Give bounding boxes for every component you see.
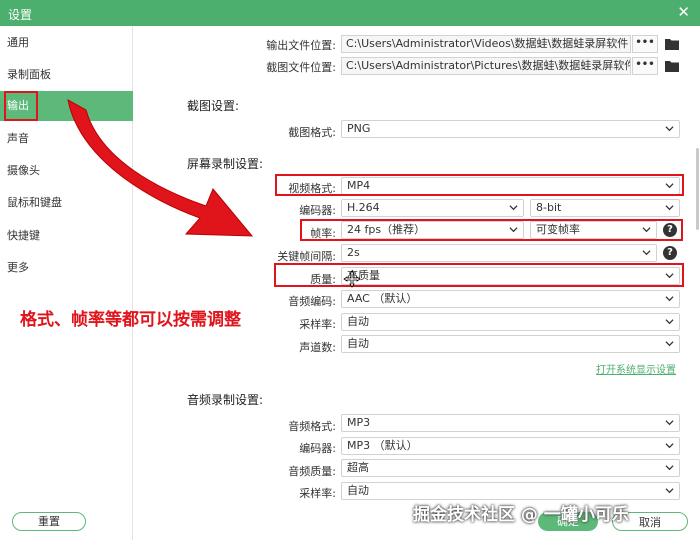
audio-format-select[interactable]: MP3 xyxy=(341,414,680,432)
annotation-text: 格式、帧率等都可以按需调整 xyxy=(20,310,241,330)
framerate-select[interactable]: 24 fps（推荐） xyxy=(341,221,524,239)
sidebar-item-output[interactable]: 输出 xyxy=(0,91,133,121)
sidebar-item-recording-panel[interactable]: 录制面板 xyxy=(0,60,133,90)
recording-section-title: 屏幕录制设置: xyxy=(187,157,264,171)
chevron-down-icon xyxy=(665,205,674,211)
screenshot-folder-browse-button[interactable]: ••• xyxy=(632,57,658,75)
chevron-down-icon xyxy=(665,420,674,426)
chevron-down-icon xyxy=(665,465,674,471)
encoder-select[interactable]: H.264 xyxy=(341,199,524,217)
audio-codec-label: 音频编码: xyxy=(288,295,336,308)
watermark: 掘金技术社区 @ 一罐小可乐 xyxy=(413,505,629,525)
framerate-label: 帧率: xyxy=(310,227,336,240)
chevron-down-icon xyxy=(665,488,674,494)
audio-format-value: MP3 xyxy=(347,416,371,429)
screenshot-format-select[interactable]: PNG xyxy=(341,120,680,138)
framerate-mode-select[interactable]: 可变帧率 xyxy=(530,221,657,239)
encoder-value: H.264 xyxy=(347,201,380,214)
video-format-select[interactable]: MP4 xyxy=(341,177,680,195)
audio-sample-rate-label: 采样率: xyxy=(299,487,336,500)
keyframe-label: 关键帧间隔: xyxy=(277,250,336,263)
chevron-down-icon xyxy=(665,273,674,279)
audio-sample-rate-value: 自动 xyxy=(347,484,369,497)
audio-quality-label: 音频质量: xyxy=(288,465,336,478)
system-display-settings-link[interactable]: 打开系统显示设置 xyxy=(596,361,676,376)
sample-rate-value: 自动 xyxy=(347,315,369,328)
close-icon[interactable]: ✕ xyxy=(677,3,690,21)
folder-icon[interactable] xyxy=(664,37,680,51)
output-folder-browse-button[interactable]: ••• xyxy=(632,35,658,53)
sidebar: 通用 录制面板 输出 声音 摄像头 鼠标和键盘 快捷键 更多 xyxy=(0,26,133,540)
audio-quality-value: 超高 xyxy=(347,461,369,474)
keyframe-select[interactable]: 2s xyxy=(341,244,657,262)
bit-depth-value: 8-bit xyxy=(536,201,562,214)
output-folder-field[interactable]: C:\Users\Administrator\Videos\数据蛙\数据蛙录屏软… xyxy=(341,35,631,53)
chevron-down-icon xyxy=(665,126,674,132)
reset-button[interactable]: 重置 xyxy=(12,512,86,531)
chevron-down-icon xyxy=(665,296,674,302)
audio-codec-select[interactable]: AAC （默认） xyxy=(341,290,680,308)
screenshot-section-title: 截图设置: xyxy=(187,99,240,113)
screenshot-format-label: 截图格式: xyxy=(288,126,336,139)
audio-sample-rate-select[interactable]: 自动 xyxy=(341,482,680,500)
framerate-value: 24 fps（推荐） xyxy=(347,223,426,236)
folder-icon[interactable] xyxy=(664,59,680,73)
audio-section-title: 音频录制设置: xyxy=(187,393,264,407)
sample-rate-label: 采样率: xyxy=(299,318,336,331)
bit-depth-select[interactable]: 8-bit xyxy=(530,199,680,217)
sidebar-item-shortcuts[interactable]: 快捷键 xyxy=(0,221,133,251)
chevron-down-icon xyxy=(509,205,518,211)
quality-select[interactable]: 高质量 xyxy=(341,267,680,285)
channels-label: 声道数: xyxy=(299,341,336,354)
chevron-down-icon xyxy=(642,227,651,233)
sidebar-item-mouse-keyboard[interactable]: 鼠标和键盘 xyxy=(0,188,133,218)
title-bar: 设置 ✕ xyxy=(0,0,700,26)
move-cursor-icon xyxy=(343,270,361,288)
chevron-down-icon xyxy=(665,341,674,347)
chevron-down-icon xyxy=(509,227,518,233)
chevron-down-icon xyxy=(665,443,674,449)
sample-rate-select[interactable]: 自动 xyxy=(341,313,680,331)
audio-encoder-label: 编码器: xyxy=(299,442,336,455)
channels-value: 自动 xyxy=(347,337,369,350)
sidebar-item-sound[interactable]: 声音 xyxy=(0,124,133,154)
sidebar-item-general[interactable]: 通用 xyxy=(0,28,133,58)
audio-encoder-value: MP3 （默认） xyxy=(347,439,418,452)
keyframe-value: 2s xyxy=(347,246,360,259)
video-format-label: 视频格式: xyxy=(288,182,336,195)
screenshot-format-value: PNG xyxy=(347,122,371,135)
chevron-down-icon xyxy=(642,250,651,256)
output-folder-label: 输出文件位置: xyxy=(266,39,336,52)
screenshot-folder-field[interactable]: C:\Users\Administrator\Pictures\数据蛙\数据蛙录… xyxy=(341,57,631,75)
chevron-down-icon xyxy=(665,319,674,325)
help-icon[interactable]: ? xyxy=(663,246,677,260)
help-icon[interactable]: ? xyxy=(663,223,677,237)
window-title: 设置 xyxy=(8,8,33,22)
framerate-mode-value: 可变帧率 xyxy=(536,223,580,236)
audio-codec-value: AAC （默认） xyxy=(347,292,418,305)
encoder-label: 编码器: xyxy=(299,204,336,217)
video-format-value: MP4 xyxy=(347,179,371,192)
screenshot-folder-label: 截图文件位置: xyxy=(266,61,336,74)
chevron-down-icon xyxy=(665,183,674,189)
audio-quality-select[interactable]: 超高 xyxy=(341,459,680,477)
channels-select[interactable]: 自动 xyxy=(341,335,680,353)
scrollbar[interactable] xyxy=(696,148,699,230)
quality-label: 质量: xyxy=(310,273,336,286)
sidebar-item-camera[interactable]: 摄像头 xyxy=(0,156,133,186)
sidebar-item-more[interactable]: 更多 xyxy=(0,253,133,283)
audio-encoder-select[interactable]: MP3 （默认） xyxy=(341,437,680,455)
audio-format-label: 音频格式: xyxy=(288,420,336,433)
